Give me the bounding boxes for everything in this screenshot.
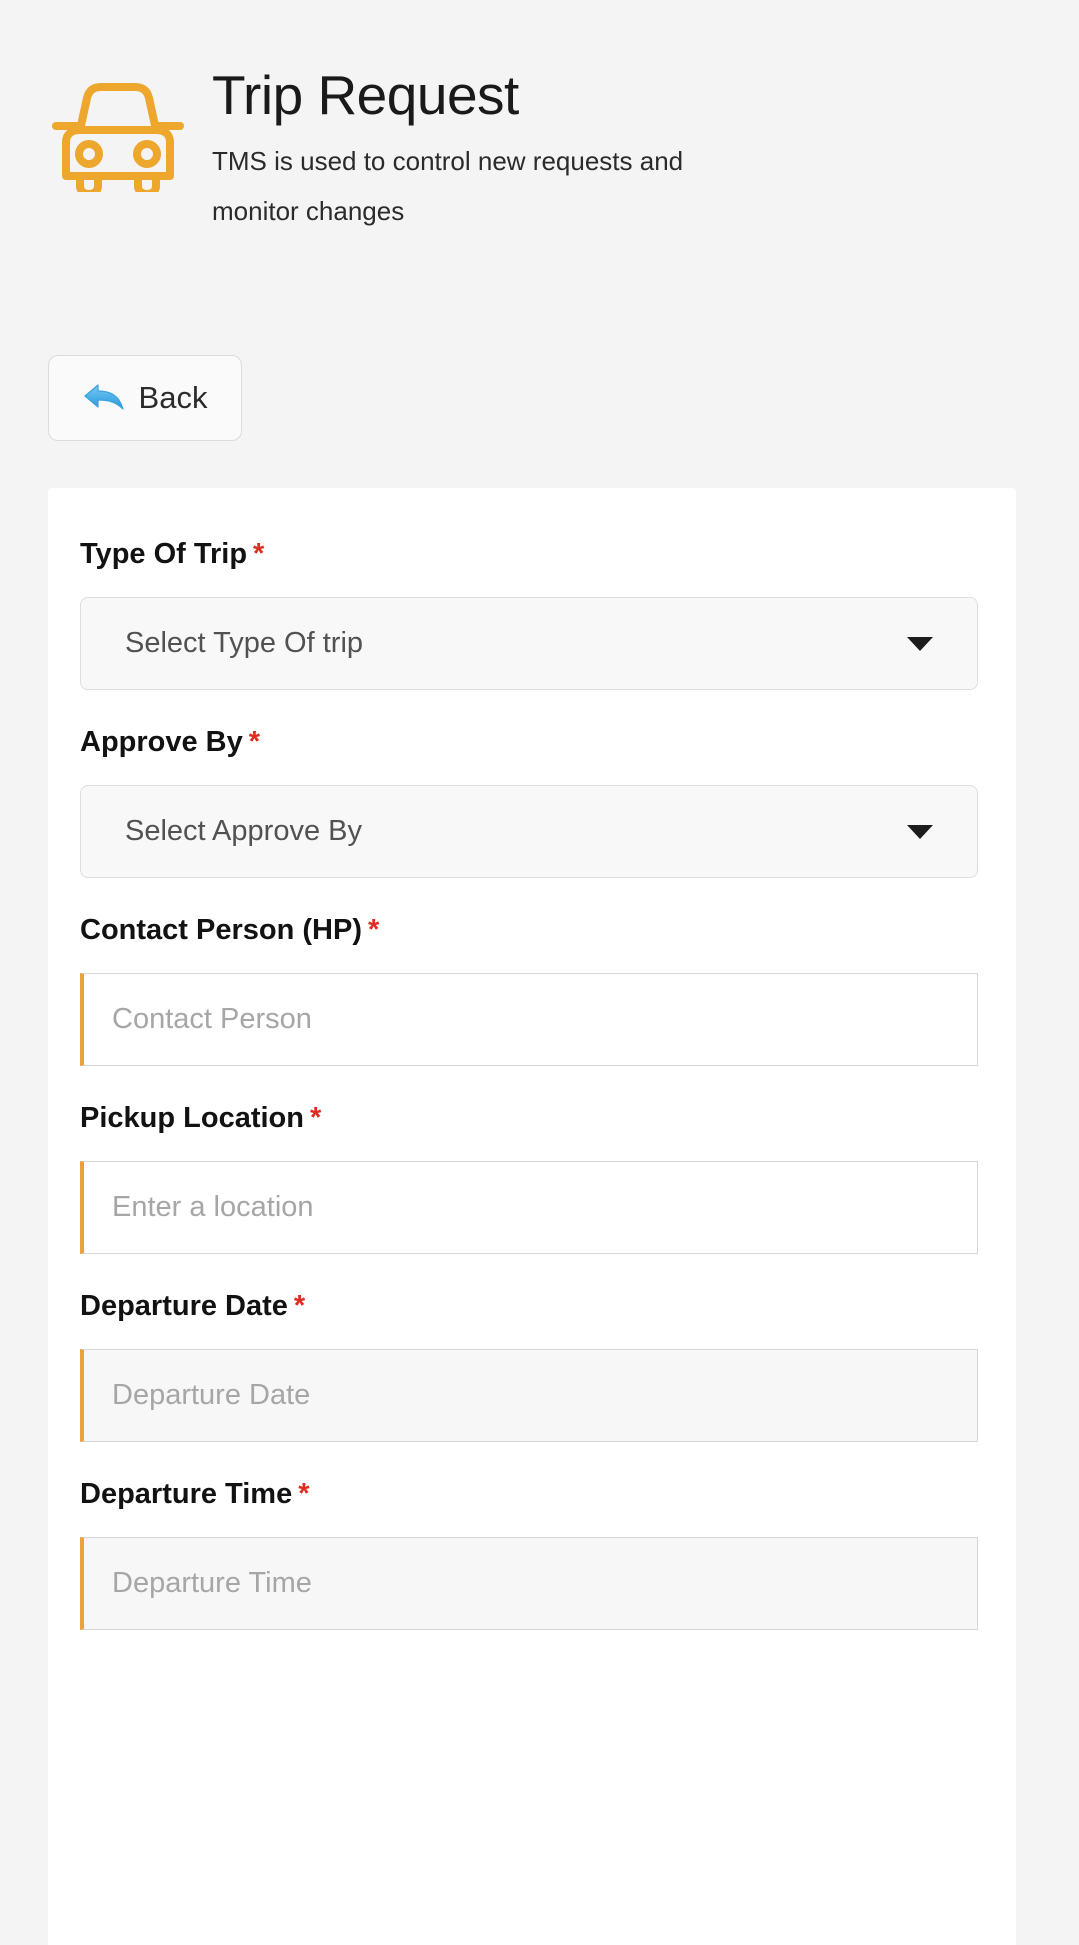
required-marker: *	[293, 1290, 306, 1322]
select-type-of-trip-value: Select Type Of trip	[125, 627, 364, 659]
label-pickup-location: Pickup Location *	[80, 1104, 984, 1133]
departure-time-input-wrap[interactable]	[80, 1537, 978, 1630]
departure-time-input[interactable]	[112, 1567, 947, 1600]
pickup-location-input[interactable]	[112, 1191, 947, 1224]
chevron-down-icon	[907, 824, 933, 839]
field-type-of-trip: Type Of Trip * Select Type Of trip	[80, 540, 984, 690]
car-front-icon	[48, 74, 188, 192]
required-marker: *	[253, 538, 265, 570]
header-text-block: Trip Request TMS is used to control new …	[212, 62, 732, 237]
label-text: Departure Time	[80, 1478, 293, 1510]
select-type-of-trip[interactable]: Select Type Of trip	[80, 597, 978, 690]
label-departure-date: Departure Date *	[80, 1292, 984, 1321]
field-contact-person: Contact Person (HP) *	[80, 916, 984, 1066]
label-text: Departure Date	[80, 1290, 288, 1322]
left-arrow-icon	[83, 381, 125, 415]
select-approve-by[interactable]: Select Approve By	[80, 785, 978, 878]
required-marker: *	[309, 1102, 322, 1134]
back-button-label: Back	[138, 380, 208, 415]
page-header: Trip Request TMS is used to control new …	[0, 0, 1079, 237]
page-title: Trip Request	[212, 64, 519, 126]
contact-person-input[interactable]	[112, 1003, 947, 1036]
label-departure-time: Departure Time *	[80, 1480, 984, 1509]
trip-request-form: Type Of Trip * Select Type Of trip Approv…	[48, 488, 1016, 1945]
field-approve-by: Approve By * Select Approve By	[80, 728, 984, 878]
field-departure-time: Departure Time *	[80, 1480, 984, 1630]
back-button[interactable]: Back	[48, 355, 242, 441]
field-pickup-location: Pickup Location *	[80, 1104, 984, 1254]
required-marker: *	[367, 914, 380, 946]
contact-person-input-wrap[interactable]	[80, 973, 978, 1066]
departure-date-input-wrap[interactable]	[80, 1349, 978, 1442]
label-text: Type Of Trip	[80, 538, 248, 570]
label-text: Contact Person (HP)	[80, 914, 362, 946]
field-departure-date: Departure Date *	[80, 1292, 984, 1442]
label-contact-person: Contact Person (HP) *	[80, 916, 984, 945]
page-subtitle: TMS is used to control new requests and …	[212, 146, 684, 227]
select-approve-by-value: Select Approve By	[125, 815, 362, 847]
label-text: Pickup Location	[80, 1102, 304, 1134]
trip-request-page: Trip Request TMS is used to control new …	[0, 0, 1079, 1945]
chevron-down-icon	[907, 636, 933, 651]
label-approve-by: Approve By *	[80, 728, 984, 757]
departure-date-input[interactable]	[112, 1379, 947, 1412]
pickup-location-input-wrap[interactable]	[80, 1161, 978, 1254]
header-row: Trip Request TMS is used to control new …	[0, 62, 1079, 237]
label-text: Approve By	[80, 726, 243, 758]
required-marker: *	[248, 726, 261, 758]
label-type-of-trip: Type Of Trip *	[80, 540, 984, 569]
required-marker: *	[298, 1478, 310, 1510]
